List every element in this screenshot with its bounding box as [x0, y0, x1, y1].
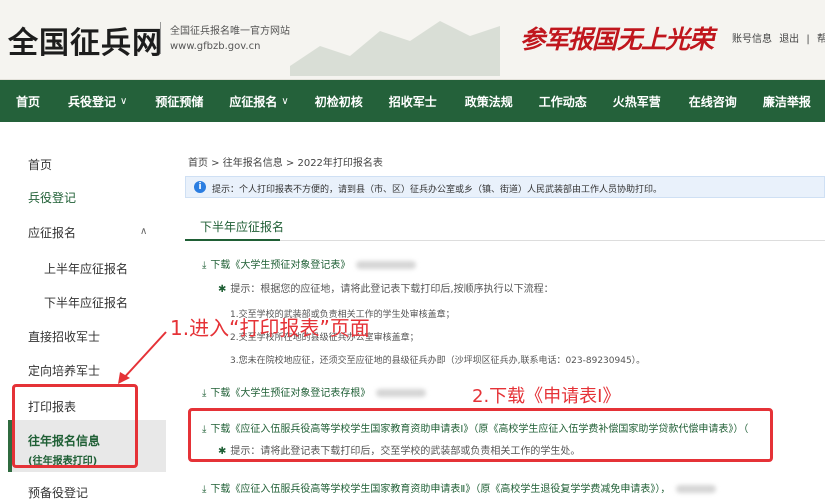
nav-nco-recruit[interactable]: 招收军士	[389, 93, 437, 110]
nav-label: 兵役登记	[68, 94, 117, 109]
nav-label: 廉洁举报	[762, 94, 811, 109]
account-info-link[interactable]: 账号信息	[732, 34, 772, 45]
download-icon: ⤓	[202, 260, 207, 271]
tab-divider	[185, 240, 825, 241]
download-label[interactable]: 下载《应征入伍服兵役高等学校学生国家教育资助申请表Ⅱ》（原《高校学生退役复学学费…	[210, 484, 670, 495]
help-link[interactable]: 帮	[817, 34, 825, 45]
nav-label: 政策法规	[464, 94, 513, 109]
sidebar-item-targeted-nco[interactable]: 定向培养军士	[28, 362, 100, 379]
download-icon: ⤓	[202, 388, 207, 399]
annotation-step-2: 2.下载《申请表Ⅰ》	[472, 386, 621, 407]
breadcrumb[interactable]: 首页 > 往年报名信息 > 2022年打印报名表	[188, 154, 383, 169]
tab-active-underline	[185, 239, 280, 241]
blurred-text	[356, 261, 417, 269]
step-3: 3.您未在院校地应征，还须交至应征地的县级征兵办即（沙坪坝区征兵办,联系电话：0…	[230, 356, 646, 366]
hint-text: 提示：根据您的应征地，请将此登记表下载打印后,按顺序执行以下流程：	[230, 284, 554, 295]
download-label[interactable]: 下载《大学生预征对象登记表》	[210, 260, 350, 271]
nav-initial-check[interactable]: 初检初核	[315, 93, 363, 110]
nav-home[interactable]: 首页	[16, 93, 40, 110]
sidebar-item-registration[interactable]: 兵役登记	[28, 189, 76, 206]
nav-label: 初检初核	[314, 94, 363, 109]
logo-divider	[160, 22, 161, 54]
great-wall-watermark	[290, 21, 500, 76]
sidebar-item-first-half[interactable]: 上半年应征报名	[44, 260, 128, 277]
top-link-separator: |	[806, 34, 810, 45]
site-url: www.gfbzb.gov.cn	[170, 41, 261, 52]
sidebar-item-apply[interactable]: 应征报名	[28, 224, 76, 241]
nav-barracks[interactable]: 火热军营	[613, 93, 661, 110]
nav-policy[interactable]: 政策法规	[465, 93, 513, 110]
nav-label: 在线咨询	[688, 94, 737, 109]
site-header: 全国征兵网 全国征兵报名唯一官方网站 www.gfbzb.gov.cn 参军报国…	[0, 0, 825, 80]
blurred-text	[676, 485, 717, 493]
chevron-down-icon: ∨	[281, 95, 289, 107]
nav-pre-enlistment[interactable]: 预征预储	[155, 93, 203, 110]
nav-label: 应征报名	[229, 94, 278, 109]
asterisk-icon: ✱	[218, 284, 227, 295]
sidebar-item-home[interactable]: 首页	[28, 156, 52, 173]
sidebar-item-direct-nco[interactable]: 直接招收军士	[28, 328, 100, 345]
sidebar-item-reserve[interactable]: 预备役登记	[28, 484, 88, 501]
tab-second-half[interactable]: 下半年应征报名	[200, 218, 284, 235]
info-icon: i	[194, 181, 206, 193]
download-link-1[interactable]: ⤓ 下载《大学生预征对象登记表》	[202, 256, 417, 271]
nav-apply[interactable]: 应征报名 ∨	[229, 93, 288, 110]
slogan-calligraphy-2: 无上光荣	[617, 25, 714, 54]
site-description: 全国征兵报名唯一官方网站 www.gfbzb.gov.cn	[170, 24, 290, 54]
nav-label: 火热军营	[612, 94, 661, 109]
nav-label: 工作动态	[538, 94, 587, 109]
annotation-box-download	[188, 408, 773, 462]
hint-text-1: ✱ 提示：根据您的应征地，请将此登记表下载打印后,按顺序执行以下流程：	[218, 280, 554, 295]
download-icon: ⤓	[202, 484, 207, 495]
nav-label: 预征预储	[155, 94, 204, 109]
slogan-calligraphy-1: 参军报国	[520, 25, 617, 54]
tip-banner: i 提示：个人打印报表不方便的，请到县（市、区）征兵办公室或乡（镇、街道）人民武…	[185, 176, 825, 198]
main-nav: 首页 兵役登记 ∨ 预征预储 应征报名 ∨ 初检初核 招收军士 政策法规 工作动态 …	[0, 80, 825, 122]
nav-news[interactable]: 工作动态	[539, 93, 587, 110]
site-logo[interactable]: 全国征兵网	[8, 18, 163, 62]
chevron-up-icon[interactable]: ∧	[140, 226, 147, 237]
nav-label: 首页	[16, 94, 41, 109]
top-links: 账号信息 退出 | 帮	[732, 30, 825, 45]
tip-text: 提示：个人打印报表不方便的，请到县（市、区）征兵办公室或乡（镇、街道）人民武装部…	[212, 185, 663, 195]
nav-registration[interactable]: 兵役登记 ∨	[68, 93, 127, 110]
download-link-4[interactable]: ⤓ 下载《应征入伍服兵役高等学校学生国家教育资助申请表Ⅱ》（原《高校学生退役复学学…	[202, 480, 717, 495]
nav-consult[interactable]: 在线咨询	[689, 93, 737, 110]
logout-link[interactable]: 退出	[779, 34, 799, 45]
nav-label: 招收军士	[388, 94, 437, 109]
sidebar-item-second-half[interactable]: 下半年应征报名	[44, 294, 128, 311]
nav-report[interactable]: 廉洁举报	[763, 93, 811, 110]
site-desc-line1: 全国征兵报名唯一官方网站	[170, 26, 290, 37]
download-label[interactable]: 下载《大学生预征对象登记表存根》	[210, 388, 370, 399]
chevron-down-icon: ∨	[120, 95, 128, 107]
download-link-2[interactable]: ⤓ 下载《大学生预征对象登记表存根》	[202, 384, 427, 399]
blurred-text	[376, 389, 427, 397]
annotation-box-sidebar	[12, 384, 138, 468]
annotation-step-1: 1.进入“打印报表”页面	[170, 316, 370, 340]
